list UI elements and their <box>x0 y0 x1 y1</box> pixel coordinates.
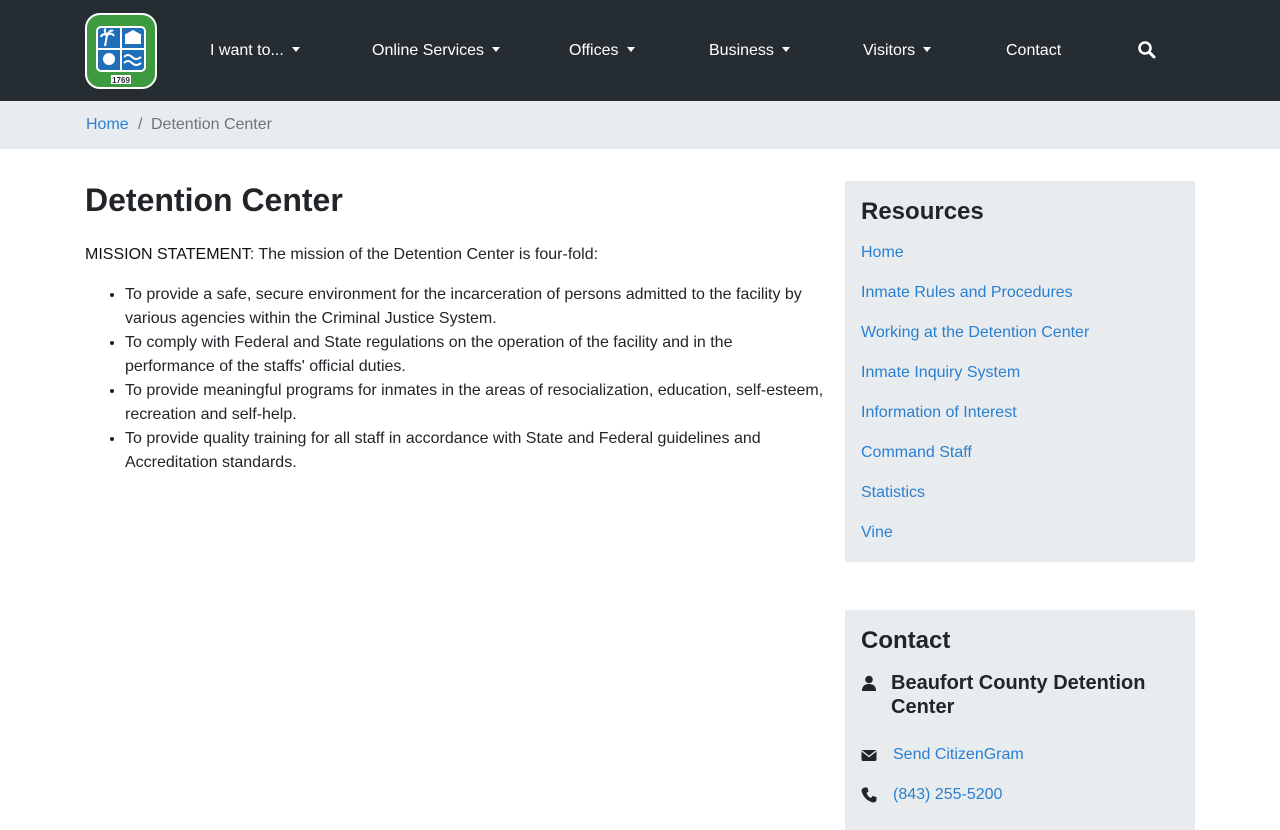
nav-visitors-label: Visitors <box>863 42 916 59</box>
phone-icon <box>861 787 877 803</box>
send-citizengram-link[interactable]: Send CitizenGram <box>893 743 1024 767</box>
nav-online-services[interactable]: Online Services <box>372 39 501 63</box>
phone-link[interactable]: (843) 255-5200 <box>893 783 1002 807</box>
envelope-icon <box>861 750 877 761</box>
nav-visitors[interactable]: Visitors <box>863 39 932 63</box>
list-item: To provide a safe, secure environment fo… <box>125 283 825 331</box>
resource-link-working[interactable]: Working at the Detention Center <box>861 321 1089 345</box>
resource-link-home[interactable]: Home <box>861 241 904 265</box>
contact-panel: Contact Beaufort County Detention Center… <box>845 610 1195 830</box>
contact-name: Beaufort County Detention Center <box>891 672 1146 718</box>
nav-business-label: Business <box>709 42 774 59</box>
nav-i-want-to[interactable]: I want to... <box>210 39 300 63</box>
page-title: Detention Center <box>85 182 343 218</box>
nav-offices-label: Offices <box>569 42 619 59</box>
breadcrumb-current: Detention Center <box>151 116 272 133</box>
nav-i-want-to-label: I want to... <box>210 42 284 59</box>
list-item: To comply with Federal and State regulat… <box>125 331 825 379</box>
resources-panel: Resources Home Inmate Rules and Procedur… <box>845 181 1195 562</box>
contact-title: Contact <box>861 627 951 654</box>
breadcrumb-separator: / <box>138 116 143 133</box>
resource-link-inquiry[interactable]: Inmate Inquiry System <box>861 361 1020 385</box>
top-navbar: 1769 I want to... Online Services Office… <box>0 0 1280 101</box>
user-icon <box>862 675 876 691</box>
search-icon <box>1138 41 1156 59</box>
list-item: To provide quality training for all staf… <box>125 427 825 475</box>
chevron-down-icon <box>492 47 501 52</box>
resource-link-statistics[interactable]: Statistics <box>861 481 925 505</box>
nav-offices[interactable]: Offices <box>569 39 635 63</box>
nav-online-services-label: Online Services <box>372 42 485 59</box>
chevron-down-icon <box>291 47 300 52</box>
nav-contact-label: Contact <box>1006 42 1062 59</box>
mission-intro: : The mission of the Detention Center is… <box>249 246 599 263</box>
search-button[interactable] <box>1137 40 1157 60</box>
chevron-down-icon <box>923 47 932 52</box>
breadcrumb-home-link[interactable]: Home <box>86 113 129 137</box>
resources-title: Resources <box>861 198 984 225</box>
mission-label: MISSION STATEMENT <box>85 246 250 263</box>
resource-link-command-staff[interactable]: Command Staff <box>861 441 972 465</box>
resource-link-inmate-rules[interactable]: Inmate Rules and Procedures <box>861 281 1073 305</box>
chevron-down-icon <box>626 47 635 52</box>
resource-link-information[interactable]: Information of Interest <box>861 401 1017 425</box>
mission-list: To provide a safe, secure environment fo… <box>125 283 825 475</box>
county-seal-logo[interactable]: 1769 <box>85 13 157 89</box>
logo-year: 1769 <box>112 76 130 85</box>
nav-contact[interactable]: Contact <box>1006 39 1061 63</box>
nav-business[interactable]: Business <box>709 39 790 63</box>
list-item: To provide meaningful programs for inmat… <box>125 379 825 427</box>
resource-link-vine[interactable]: Vine <box>861 521 893 545</box>
chevron-down-icon <box>781 47 790 52</box>
mission-statement: MISSION STATEMENT: The mission of the De… <box>85 243 825 267</box>
